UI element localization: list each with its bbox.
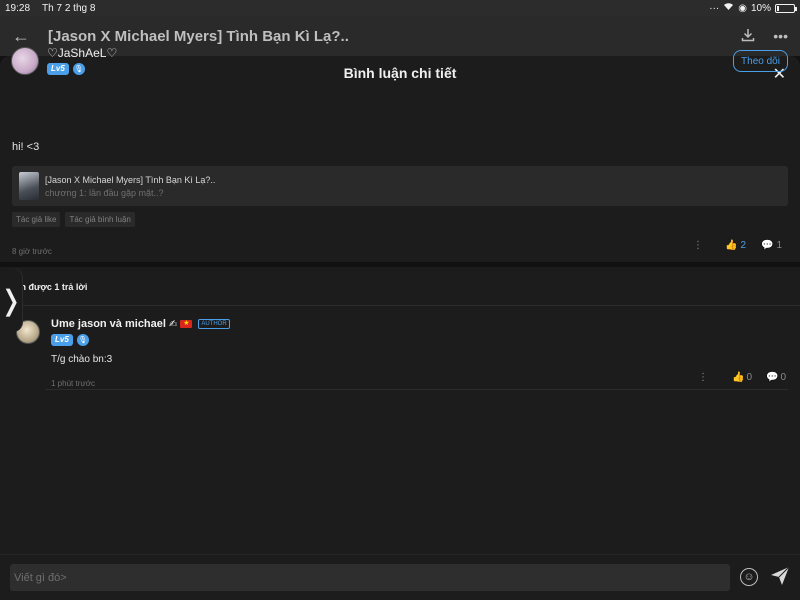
- location-icon: ◉: [738, 2, 747, 14]
- signal-icon: ···: [709, 2, 720, 14]
- reply-level-badge: Lv5: [51, 334, 73, 346]
- status-indicators: ··· ◉ 10%: [709, 2, 797, 14]
- status-bar: 19:28 Th 7 2 thg 8 ··· ◉ 10%: [0, 0, 800, 16]
- reply-badges: Lv5 🎙: [51, 334, 89, 346]
- comment-time: 8 giờ trước: [12, 247, 52, 256]
- reply-divider: [45, 389, 788, 390]
- comment-composer: ☺: [0, 554, 800, 600]
- story-card-title: [Jason X Michael Myers] Tình Bạn Kì Lạ?.…: [45, 174, 216, 185]
- reply-count: 1: [776, 240, 782, 251]
- send-icon[interactable]: [770, 566, 790, 586]
- reply-reply-count: 0: [780, 372, 786, 383]
- comment-text: hi! <3: [12, 141, 40, 153]
- mic-badge-icon: 🎙: [72, 63, 85, 75]
- battery-percent: 10%: [750, 2, 771, 14]
- sheet-title: Bình luận chi tiết: [343, 65, 457, 81]
- comment-meta: 8 giờ trước ⋮ 👍 2 💬 1: [12, 240, 788, 256]
- story-card-chapter: chương 1: lần đầu gặp mặt..?: [45, 187, 164, 198]
- thumbs-up-outline-icon: 👍: [731, 372, 745, 383]
- section-divider: [0, 262, 800, 267]
- tag-author-like: Tác giả like: [12, 212, 61, 227]
- comment-more-icon[interactable]: ⋮: [693, 240, 703, 251]
- replies-divider: [0, 305, 800, 306]
- chevron-right-icon: ❭: [0, 284, 23, 316]
- reply-reply-button[interactable]: 💬 0: [766, 372, 786, 383]
- reply-meta: 1 phút trước ⋮ 👍 0 💬 0: [51, 372, 788, 388]
- like-button[interactable]: 👍 2: [725, 240, 746, 251]
- back-arrow-icon[interactable]: ←: [12, 26, 42, 47]
- comment-author-name[interactable]: ♡JaShAeL♡: [47, 46, 117, 60]
- header-actions: •••: [741, 28, 788, 45]
- story-title: [Jason X Michael Myers] Tình Bạn Kì Lạ?.…: [48, 27, 349, 45]
- reply-time: 1 phút trước: [51, 379, 95, 388]
- status-date: Th 7 2 thg 8: [42, 2, 96, 14]
- reply-author-name: Ume jason và michael: [51, 318, 166, 330]
- pencil-emoji-icon: ✍: [168, 318, 178, 330]
- story-card-text: [Jason X Michael Myers] Tình Bạn Kì Lạ?.…: [45, 175, 215, 198]
- emoji-icon[interactable]: ☺: [740, 568, 758, 586]
- avatar[interactable]: [11, 47, 39, 75]
- story-thumbnail: [19, 172, 39, 200]
- author-badges: Lv5 🎙: [47, 63, 85, 75]
- battery-icon: [775, 3, 797, 13]
- reply-author[interactable]: Ume jason và michael ✍ ★ AUTHOR: [51, 318, 230, 330]
- follow-button[interactable]: Theo dõi: [733, 50, 788, 72]
- story-card[interactable]: [Jason X Michael Myers] Tình Bạn Kì Lạ?.…: [12, 166, 788, 206]
- level-badge: Lv5: [47, 63, 69, 75]
- comment-input[interactable]: [10, 564, 730, 591]
- status-time: 19:28: [5, 2, 31, 14]
- reply-more-icon[interactable]: ⋮: [698, 372, 708, 383]
- reply-text: T/g chào bn:3: [51, 354, 113, 365]
- side-drawer-handle[interactable]: ❭: [0, 268, 23, 332]
- comment-tags: Tác giả like Tác giả bình luận: [12, 212, 135, 227]
- download-icon[interactable]: [741, 28, 755, 45]
- comment-bubble-icon: 💬: [760, 240, 774, 251]
- reply-like-count: 0: [746, 372, 752, 383]
- vietnam-flag-icon: ★: [180, 320, 193, 328]
- comment-bubble-icon: 💬: [765, 372, 779, 383]
- battery-fill: [777, 5, 779, 11]
- app-header: ← [Jason X Michael Myers] Tình Bạn Kì Lạ…: [0, 16, 800, 56]
- reply-like-button[interactable]: 👍 0: [732, 372, 752, 383]
- thumbs-up-icon: 👍: [724, 240, 738, 251]
- like-count: 2: [740, 240, 746, 251]
- more-options-icon[interactable]: •••: [773, 28, 788, 45]
- tag-author-comment: Tác giả bình luận: [65, 212, 135, 227]
- reply-button[interactable]: 💬 1: [761, 240, 782, 251]
- reply-mic-badge-icon: 🎙: [76, 334, 89, 346]
- sheet-header: Bình luận chi tiết ✕: [0, 56, 800, 90]
- author-tag: AUTHOR: [198, 319, 230, 329]
- wifi-icon: [723, 2, 734, 14]
